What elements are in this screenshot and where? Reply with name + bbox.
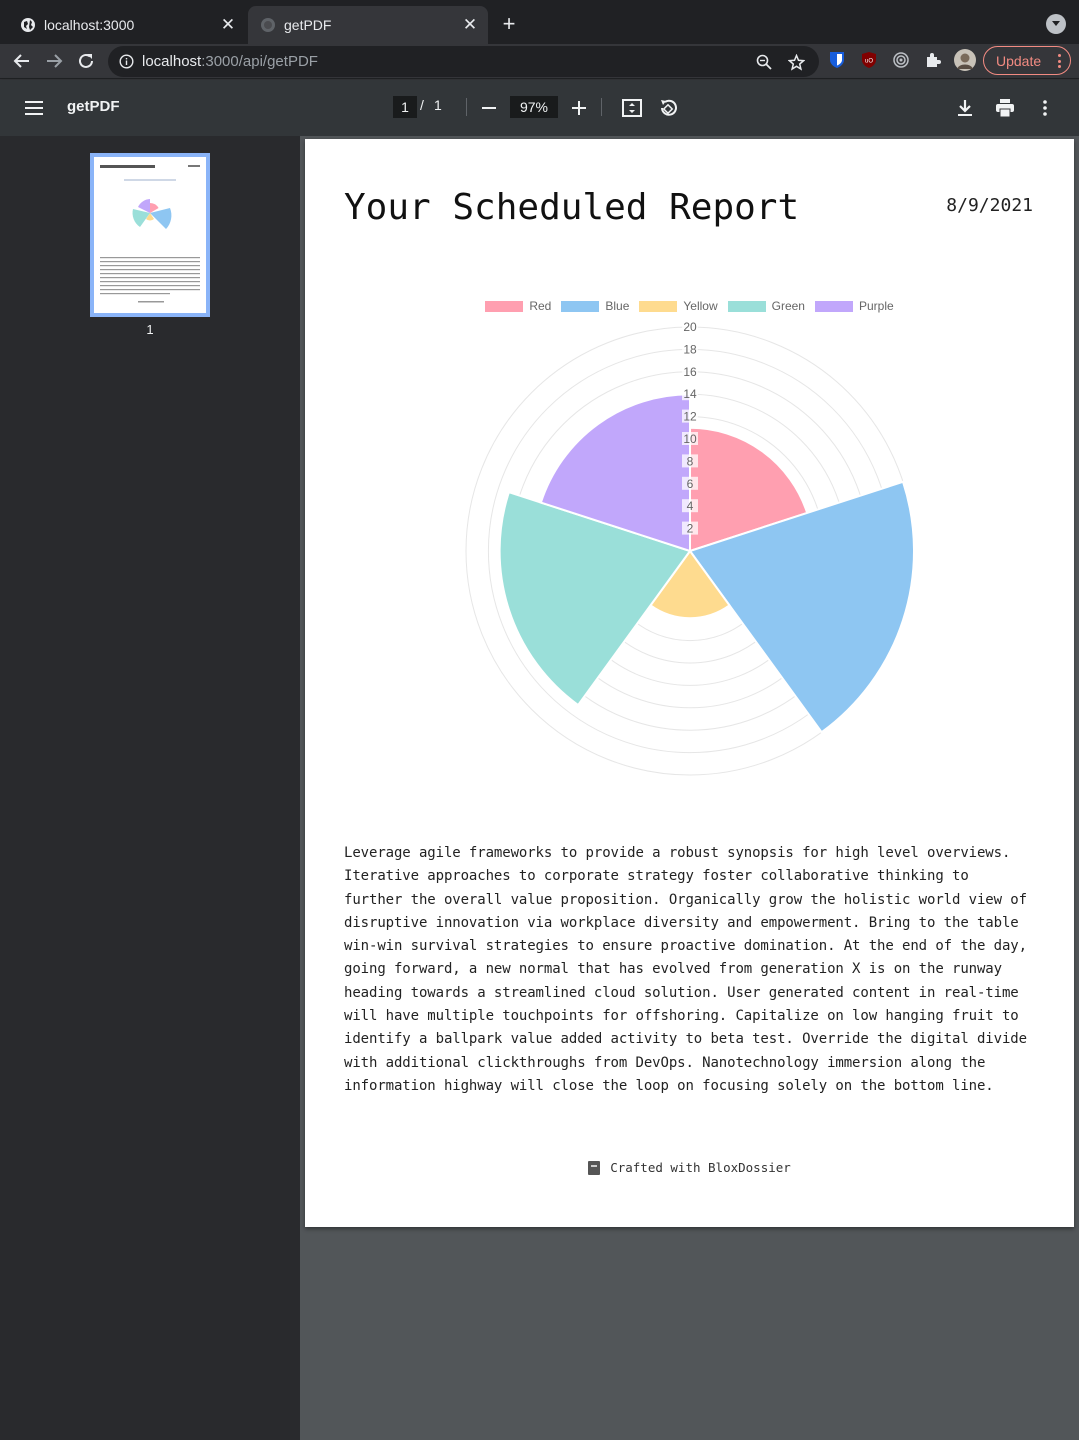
report-footer: Crafted with BloxDossier — [305, 1160, 1074, 1175]
tick-label: 12 — [683, 410, 697, 424]
back-icon[interactable] — [8, 47, 36, 75]
thumbnail-preview — [100, 165, 200, 303]
tick-label: 2 — [687, 522, 694, 536]
report-body: Leverage agile frameworks to provide a r… — [344, 845, 1027, 1094]
bitwarden-extension-icon[interactable] — [827, 50, 847, 70]
puzzle-extensions-icon[interactable] — [923, 50, 943, 70]
fit-page-icon[interactable] — [620, 96, 644, 120]
page-thumbnail[interactable] — [90, 153, 210, 317]
url-path: :3000/api/getPDF — [201, 53, 318, 70]
tab-localhost[interactable]: localhost:3000 ✕ — [8, 6, 246, 44]
report-date: 8/9/2021 — [946, 195, 1033, 216]
tick-label: 4 — [687, 499, 694, 513]
tick-label: 10 — [683, 432, 697, 446]
close-tab-icon[interactable]: ✕ — [460, 15, 480, 35]
browser-toolbar: localhost:3000/api/getPDF uO Update — [0, 44, 1079, 79]
site-info-icon[interactable] — [119, 54, 134, 69]
menu-icon[interactable] — [22, 96, 46, 120]
page-number-input[interactable]: 1 — [393, 96, 417, 118]
tab-title: localhost:3000 — [44, 17, 135, 33]
thumbnail-sidebar: 1 — [0, 136, 300, 1440]
tick-label: 16 — [683, 365, 697, 379]
polar-area-chart: 2 4 6 8 10 12 14 16 18 20 — [465, 320, 915, 776]
rotate-icon[interactable] — [656, 96, 680, 120]
more-vert-icon — [1057, 54, 1061, 68]
tick-label: 20 — [683, 320, 697, 334]
document-icon — [588, 1160, 601, 1175]
more-options-icon[interactable] — [1033, 96, 1057, 120]
update-label: Update — [996, 52, 1042, 69]
update-button[interactable]: Update — [983, 46, 1071, 75]
tab-search-icon[interactable] — [1046, 14, 1066, 34]
pdf-toolbar: getPDF 1 / 1 97% — [0, 80, 1079, 136]
new-tab-icon[interactable]: + — [497, 12, 521, 36]
thumbnail-page-number: 1 — [146, 322, 154, 337]
globe-icon — [260, 17, 276, 33]
close-tab-icon[interactable]: ✕ — [218, 15, 238, 35]
footer-text: Crafted with BloxDossier — [610, 1160, 791, 1175]
forward-icon[interactable] — [40, 47, 68, 75]
svg-text:uO: uO — [865, 59, 873, 65]
bookmark-star-icon[interactable] — [786, 52, 806, 72]
reload-icon[interactable] — [72, 47, 100, 75]
print-icon[interactable] — [993, 96, 1017, 120]
tick-label: 8 — [687, 454, 694, 468]
report-title: Your Scheduled Report — [344, 187, 800, 228]
divider — [601, 98, 602, 116]
divider — [466, 98, 467, 116]
zoom-icon[interactable] — [754, 52, 774, 72]
address-bar[interactable]: localhost:3000/api/getPDF — [108, 46, 819, 77]
pdf-title: getPDF — [67, 98, 120, 115]
avatar[interactable] — [954, 49, 976, 71]
page-separator: / — [420, 97, 424, 113]
globe-icon — [20, 17, 36, 33]
tick-label: 18 — [683, 342, 697, 356]
tick-label: 6 — [687, 477, 694, 491]
ublock-extension-icon[interactable]: uO — [859, 50, 879, 70]
target-extension-icon[interactable] — [891, 50, 911, 70]
tab-strip: localhost:3000 ✕ getPDF ✕ + — [0, 0, 1079, 44]
url-host: localhost — [142, 53, 202, 70]
zoom-out-icon[interactable] — [477, 96, 501, 120]
page-total: 1 — [434, 97, 442, 113]
url-text: localhost:3000/api/getPDF — [142, 53, 318, 70]
pdf-viewer[interactable]: Your Scheduled Report 8/9/2021 Red Blue Ye… — [300, 136, 1079, 1440]
tab-title: getPDF — [284, 17, 332, 33]
zoom-level-input[interactable]: 97% — [510, 96, 558, 118]
tick-label: 14 — [683, 387, 697, 401]
download-icon[interactable] — [953, 96, 977, 120]
tab-getpdf[interactable]: getPDF ✕ — [248, 6, 488, 44]
pdf-page: Your Scheduled Report 8/9/2021 Red Blue Ye… — [305, 139, 1074, 1227]
zoom-in-icon[interactable] — [567, 96, 591, 120]
